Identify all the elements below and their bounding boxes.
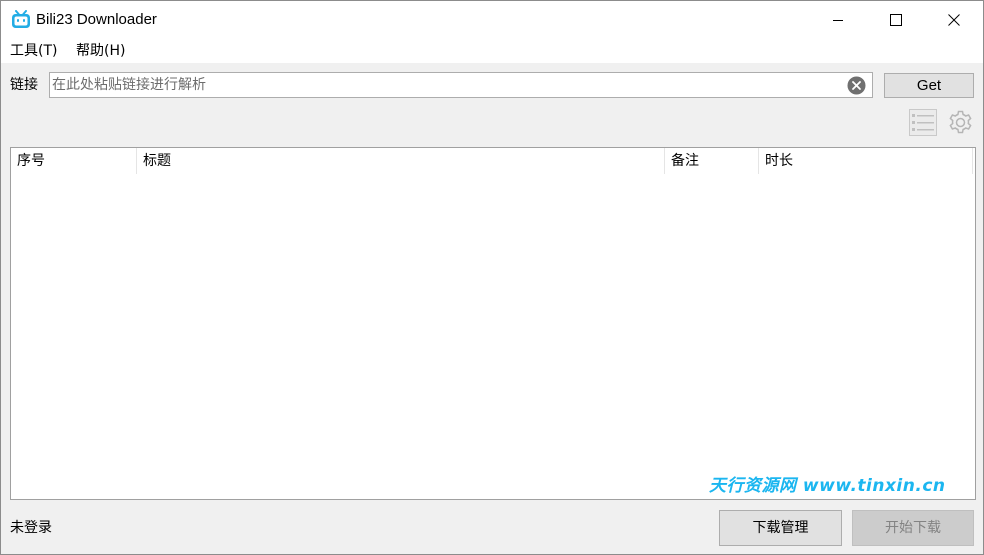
menu-help[interactable]: 帮助(H) — [76, 42, 125, 60]
download-manager-button[interactable]: 下载管理 — [719, 510, 842, 546]
title-bar[interactable]: Bili23 Downloader — [1, 1, 983, 39]
menu-tools[interactable]: 工具(T) — [10, 42, 57, 60]
close-icon — [948, 14, 960, 26]
maximize-icon — [890, 14, 902, 26]
start-download-button[interactable]: 开始下载 — [852, 510, 974, 546]
maximize-button[interactable] — [867, 1, 925, 39]
minimize-button[interactable] — [809, 1, 867, 39]
url-label: 链接 — [10, 77, 38, 93]
app-window: Bili23 Downloader 工具(T) 帮助(H) 链接 在此处粘贴链接… — [0, 0, 984, 555]
get-button[interactable]: Get — [884, 73, 974, 98]
watermark-text: 天行资源网 www.tinxin.cn — [709, 476, 946, 496]
column-header-note[interactable]: 备注 — [665, 148, 759, 174]
minimize-icon — [833, 20, 843, 21]
column-header-index[interactable]: 序号 — [11, 148, 137, 174]
menu-bar: 工具(T) 帮助(H) — [1, 39, 983, 63]
list-icon[interactable] — [909, 109, 937, 136]
column-header-title[interactable]: 标题 — [137, 148, 665, 174]
video-list[interactable]: 序号 标题 备注 时长 — [10, 147, 976, 500]
window-title: Bili23 Downloader — [36, 11, 157, 28]
gear-icon[interactable] — [947, 109, 974, 136]
url-input-container[interactable] — [49, 72, 873, 98]
url-input[interactable] — [52, 75, 842, 95]
bilibili-tv-icon — [12, 10, 30, 28]
column-divider[interactable] — [972, 148, 973, 174]
login-status: 未登录 — [10, 520, 52, 536]
clear-input-icon[interactable] — [847, 76, 866, 95]
close-button[interactable] — [925, 1, 983, 39]
column-header-duration[interactable]: 时长 — [759, 148, 973, 174]
